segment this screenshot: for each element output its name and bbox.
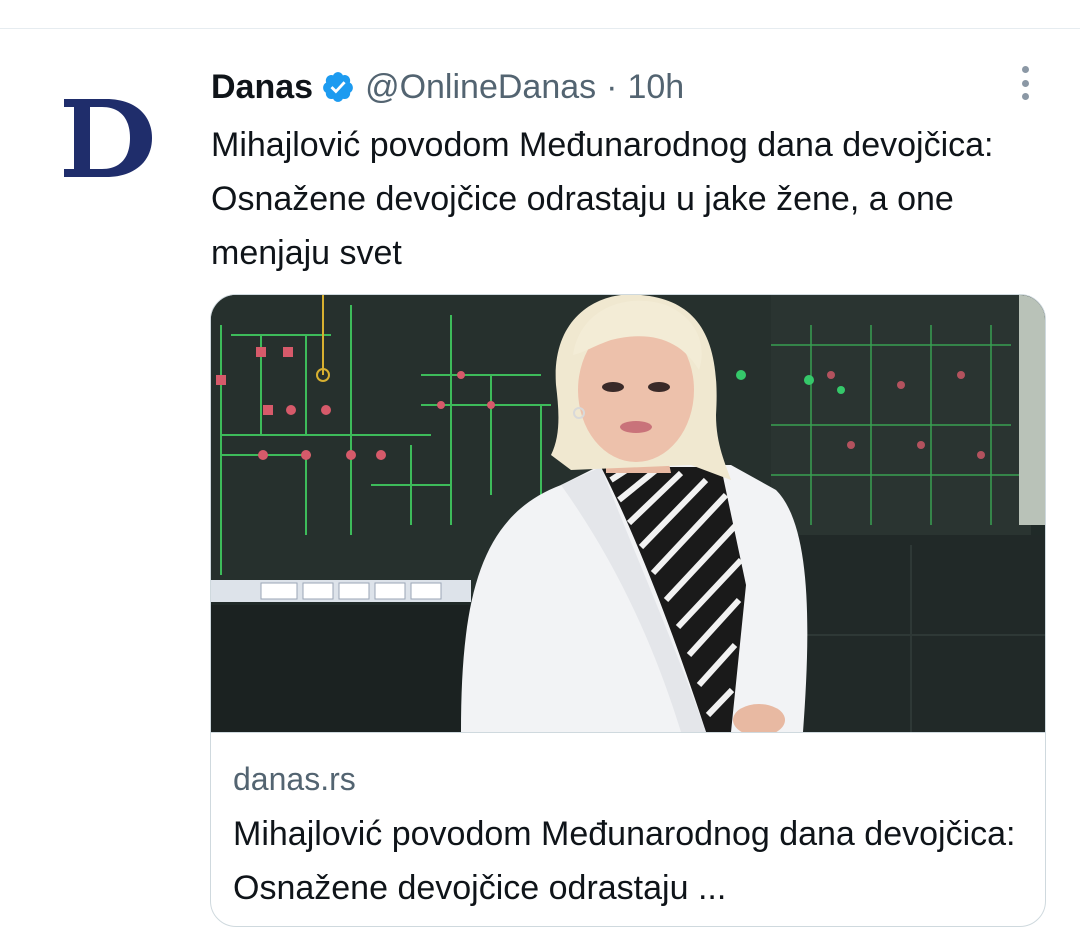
top-divider	[0, 28, 1080, 29]
author-name[interactable]: Danas	[211, 68, 313, 107]
card-body[interactable]: danas.rs Mihajlović povodom Međunarodnog…	[211, 732, 1045, 907]
separator-dot: ·	[606, 67, 618, 106]
more-dot	[1021, 66, 1029, 73]
card-photo	[211, 295, 1045, 732]
more-dot	[1021, 79, 1029, 87]
link-card[interactable]: danas.rs Mihajlović povodom Međunarodnog…	[210, 294, 1046, 927]
card-image[interactable]	[211, 295, 1045, 732]
more-dot	[1021, 93, 1029, 100]
more-options-icon[interactable]	[1012, 64, 1038, 102]
card-domain: danas.rs	[233, 761, 356, 797]
tweet-header: Danas @OnlineDanas · 10h	[211, 64, 684, 110]
verified-badge-icon	[321, 70, 355, 104]
tweet-text: Mihajlović povodom Međunarodnog dana dev…	[211, 126, 994, 272]
danas-logo-icon	[64, 99, 152, 177]
card-title: Mihajlović povodom Međunarodnog dana dev…	[233, 815, 1016, 907]
author-handle[interactable]: @OnlineDanas	[365, 68, 596, 107]
tweet-timestamp[interactable]: 10h	[627, 68, 684, 107]
avatar[interactable]	[62, 96, 154, 180]
